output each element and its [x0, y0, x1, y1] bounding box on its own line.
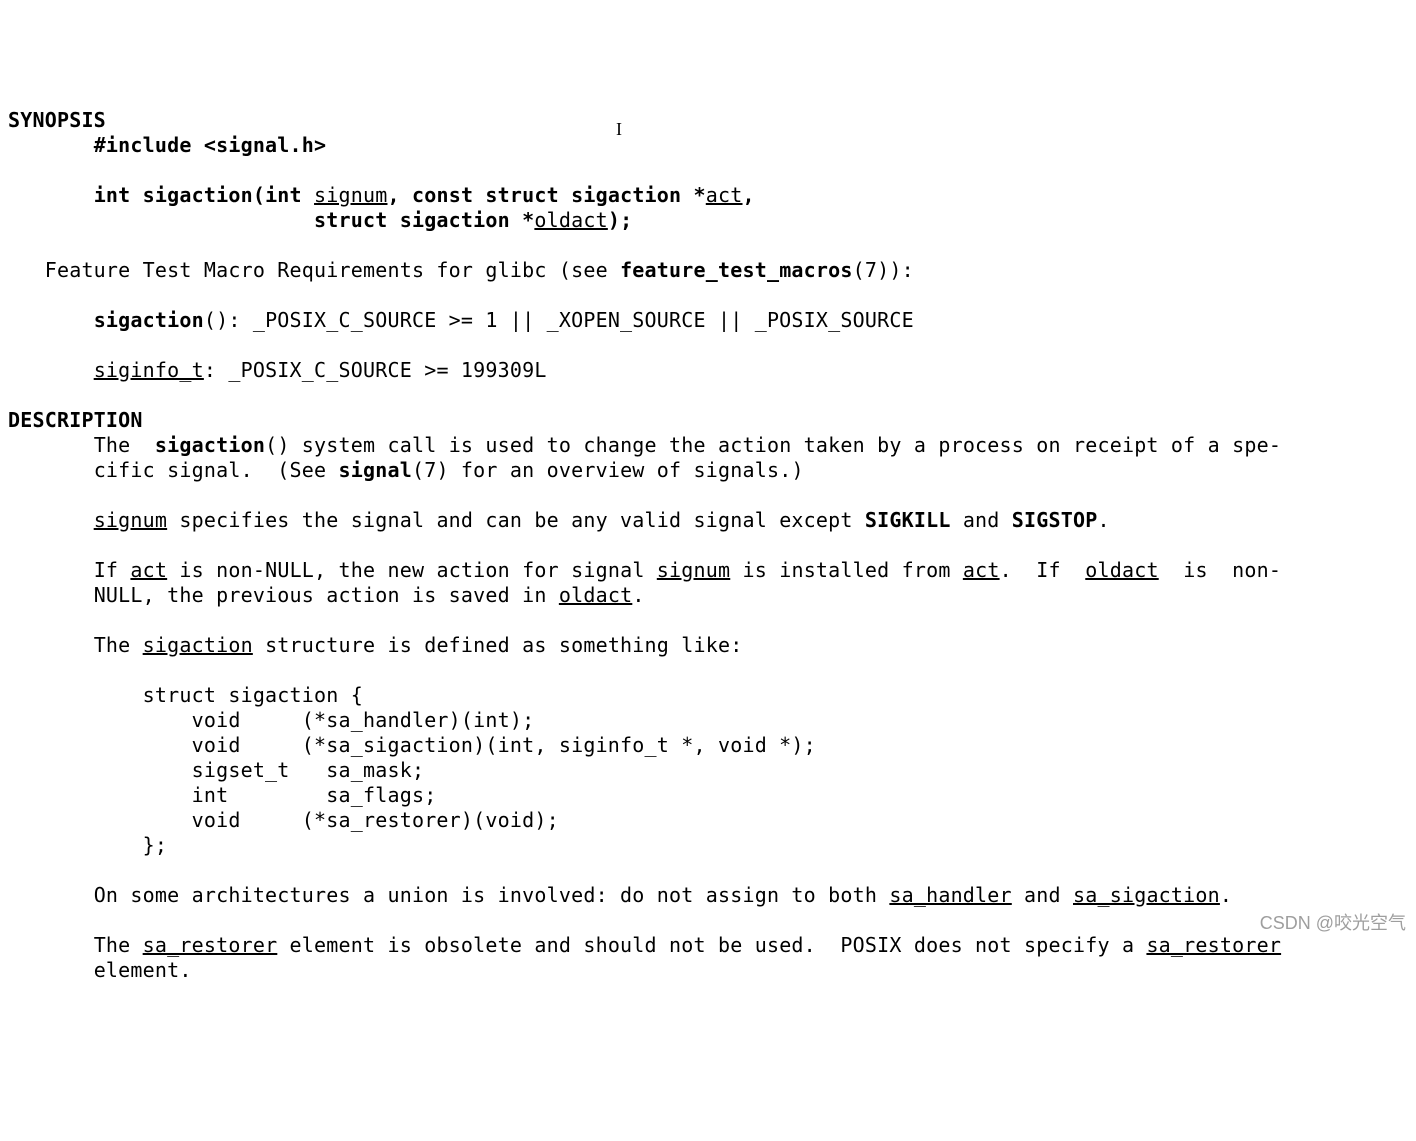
- desc-p3-b: is non-NULL, the new action for signal: [167, 558, 657, 582]
- ftm-line-pre: Feature Test Macro Requirements for glib…: [8, 258, 620, 282]
- desc-p5-sah: sa_handler: [889, 883, 1011, 907]
- ftm-ref: feature_test_macros: [620, 258, 853, 282]
- desc-p2-a: specifies the signal and can be any vali…: [167, 508, 865, 532]
- desc-p1-a: The: [94, 433, 155, 457]
- desc-p4-sigaction: sigaction: [143, 633, 253, 657]
- struct-l5: int sa_flags;: [94, 783, 437, 807]
- struct-l4: sigset_t sa_mask;: [94, 758, 425, 782]
- description-heading: DESCRIPTION: [8, 408, 143, 432]
- decl-int: int: [94, 183, 143, 207]
- decl-after-act: ,: [743, 183, 755, 207]
- desc-p3-g: .: [632, 583, 644, 607]
- arg-act: act: [706, 183, 743, 207]
- decl-line2-prefix: struct sigaction *: [94, 208, 535, 232]
- decl-fn: sigaction: [143, 183, 253, 207]
- struct-l2: void (*sa_handler)(int);: [94, 708, 535, 732]
- desc-p3-act2: act: [963, 558, 1000, 582]
- struct-l7: };: [94, 833, 167, 857]
- synopsis-heading: SYNOPSIS: [8, 108, 106, 132]
- decl-close: );: [608, 208, 632, 232]
- ftm-siginfo-cond: : _POSIX_C_SOURCE >= 199309L: [204, 358, 547, 382]
- include-directive: #include <signal.h>: [94, 133, 327, 157]
- desc-p3-f: NULL, the previous action is saved in: [94, 583, 559, 607]
- desc-p2-sigstop: SIGSTOP: [1012, 508, 1098, 532]
- desc-p3-signum: signum: [657, 558, 730, 582]
- struct-l6: void (*sa_restorer)(void);: [94, 808, 559, 832]
- desc-p1-b: () system call is used to change the act…: [265, 433, 1281, 457]
- desc-p2-sigkill: SIGKILL: [865, 508, 951, 532]
- desc-p2-and: and: [951, 508, 1012, 532]
- watermark: CSDN @咬光空气: [1260, 912, 1406, 935]
- desc-p1-fn: sigaction: [155, 433, 265, 457]
- ftm-suffix: (7)):: [853, 258, 914, 282]
- desc-p6-sar: sa_restorer: [143, 933, 278, 957]
- decl-open: (int: [253, 183, 314, 207]
- desc-p4-a: The: [94, 633, 143, 657]
- desc-p3-oldact: oldact: [1085, 558, 1158, 582]
- arg-oldact: oldact: [534, 208, 607, 232]
- text-cursor: I: [616, 118, 622, 141]
- desc-p1-d: (7) for an overview of signals.): [412, 458, 804, 482]
- desc-p2-end: .: [1097, 508, 1109, 532]
- desc-p1-c: cific signal. (See: [94, 458, 339, 482]
- desc-p2-signum: signum: [94, 508, 167, 532]
- desc-p3-a: If: [94, 558, 131, 582]
- desc-p6-sar2: sa_restorer: [1146, 933, 1281, 957]
- arg-signum: signum: [314, 183, 387, 207]
- desc-p5-a: On some architectures a union is involve…: [94, 883, 890, 907]
- ftm-sigaction-fn: sigaction: [94, 308, 204, 332]
- struct-l1: struct sigaction {: [94, 683, 363, 707]
- desc-p3-d: . If: [1000, 558, 1086, 582]
- desc-p6-a: The: [94, 933, 143, 957]
- desc-p5-and: and: [1012, 883, 1073, 907]
- desc-p3-e: is non-: [1159, 558, 1281, 582]
- desc-p5-end: .: [1220, 883, 1232, 907]
- desc-p3-c: is installed from: [730, 558, 963, 582]
- desc-p3-act: act: [130, 558, 167, 582]
- desc-p3-oldact2: oldact: [559, 583, 632, 607]
- desc-p1-sigref: signal: [339, 458, 412, 482]
- ftm-sigaction-cond: (): _POSIX_C_SOURCE >= 1 || _XOPEN_SOURC…: [204, 308, 914, 332]
- desc-p5-sas: sa_sigaction: [1073, 883, 1220, 907]
- ftm-siginfo-t: siginfo_t: [94, 358, 204, 382]
- desc-p6-b: element is obsolete and should not be us…: [277, 933, 1146, 957]
- decl-after-signum: , const struct sigaction *: [388, 183, 706, 207]
- desc-p6-c: element.: [94, 958, 192, 982]
- desc-p4-b: structure is defined as something like:: [253, 633, 743, 657]
- struct-l3: void (*sa_sigaction)(int, siginfo_t *, v…: [94, 733, 816, 757]
